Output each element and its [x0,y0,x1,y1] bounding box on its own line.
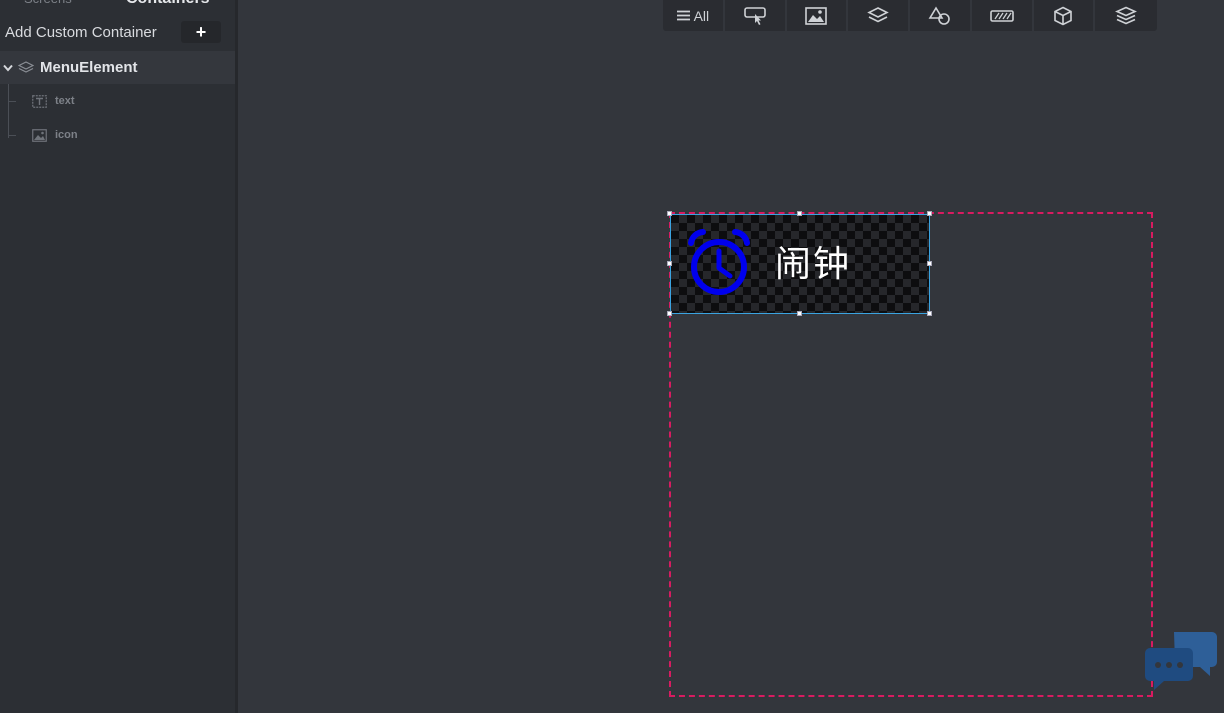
tree-children: text icon [0,84,235,152]
toolbar-keyboard-button[interactable] [972,0,1034,31]
resize-handle-bottom[interactable] [797,311,802,316]
left-panel: Screens Containers Add Custom Container … [0,0,235,713]
add-custom-container-label: Add Custom Container [5,23,157,41]
toolbar-interaction-button[interactable] [725,0,787,31]
tree-branch-tick [8,135,16,136]
resize-handle-bottom-right[interactable] [927,311,932,316]
cube-icon [1054,6,1073,25]
resize-handle-top-right[interactable] [927,211,932,216]
panel-divider[interactable] [235,0,238,713]
menu-lines-icon [676,10,690,21]
resize-handle-right[interactable] [927,261,932,266]
resize-handle-bottom-left[interactable] [667,311,672,316]
tree-item-label: icon [55,129,78,141]
chat-bubbles-icon [1145,632,1217,690]
shapes-icon [928,5,950,25]
tree-root-label: MenuElement [40,59,138,76]
toolbar-cube-button[interactable] [1034,0,1096,31]
stack-icon [1115,6,1138,24]
image-icon [32,128,47,142]
toolbar-all-label: All [693,7,710,24]
panel-tabs: Screens Containers [0,0,235,10]
toolbar-all-button[interactable]: All [663,0,725,31]
widget-toolbar: All [663,0,1157,31]
tree-item-label: text [55,95,75,107]
resize-handle-left[interactable] [667,261,672,266]
text-box-icon [32,94,47,108]
tree-branch-tick [8,101,16,102]
resize-handle-top[interactable] [797,211,802,216]
tree-item-menuelement[interactable]: MenuElement [0,51,235,84]
toolbar-shapes-button[interactable] [910,0,972,31]
tree-item-text[interactable]: text [0,84,235,118]
image-icon [805,6,828,25]
toolbar-layers-button[interactable] [848,0,910,31]
app-window: Screens Containers Add Custom Container … [0,0,1224,713]
tab-screens[interactable]: Screens [24,0,72,8]
layers-icon [18,60,34,75]
keyboard-icon [989,9,1014,22]
chat-widget-button[interactable] [1144,628,1218,696]
resize-handle-top-left[interactable] [667,211,672,216]
chevron-down-icon[interactable] [2,62,14,74]
tab-containers[interactable]: Containers [126,0,210,8]
toolbar-image-button[interactable] [787,0,849,31]
add-container-button[interactable]: + [181,21,221,43]
alarm-clock-icon[interactable] [687,229,751,297]
container-tree: MenuElement text icon [0,51,235,152]
interaction-icon [743,6,766,25]
toolbar-stack-button[interactable] [1095,0,1157,31]
menu-element-text[interactable]: 闹钟 [775,243,851,287]
tree-item-icon[interactable]: icon [0,118,235,152]
menu-element-preview[interactable]: 闹钟 [670,214,930,314]
add-custom-container-row: Add Custom Container + [0,14,235,50]
layers-icon [867,6,889,22]
